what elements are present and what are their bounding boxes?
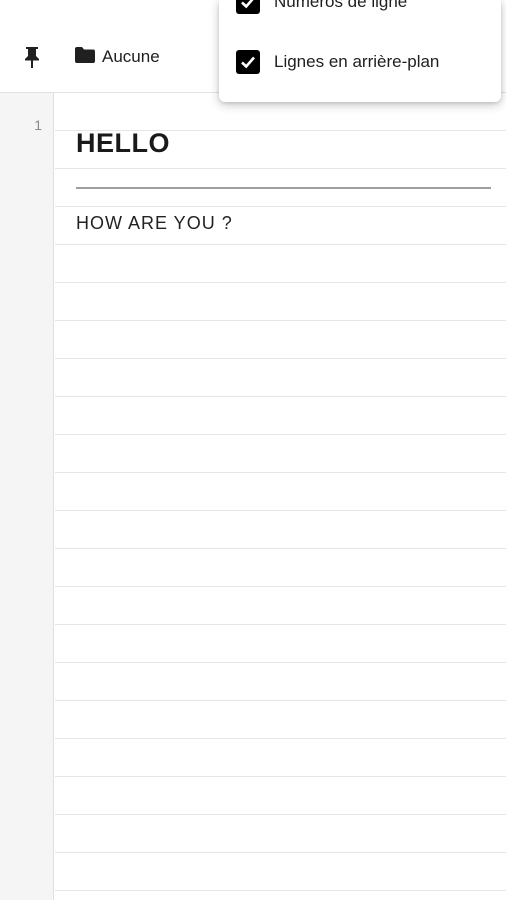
pin-icon[interactable] [20,44,44,70]
folder-icon [74,46,96,69]
menu-item-label: Lignes en arrière-plan [274,52,440,71]
menu-item-line-numbers[interactable]: Numéros de ligne [219,0,501,22]
checkbox-checked-icon[interactable] [236,0,260,14]
folder-selector[interactable]: Aucune [74,44,160,70]
line-number: 1 [34,117,42,133]
checkbox-checked-icon[interactable] [236,50,260,74]
menu-item-background-lines[interactable]: Lignes en arrière-plan [219,42,501,82]
view-options-menu: Numéros de ligne Lignes en arrière-plan [219,0,501,102]
folder-label: Aucune [102,47,160,66]
note-heading[interactable]: HELLO [76,128,170,159]
menu-item-label: Numéros de ligne [274,0,408,11]
note-paragraph[interactable]: HOW ARE YOU ? [76,213,233,234]
line-number-gutter [0,93,54,900]
horizontal-rule [76,187,491,189]
